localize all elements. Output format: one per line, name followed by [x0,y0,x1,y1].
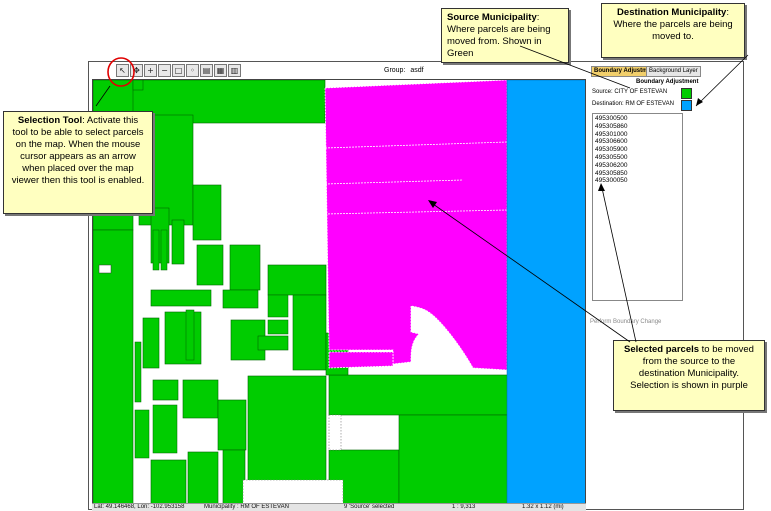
zoom-out-tool-icon[interactable]: − [158,64,171,77]
callout-destination-text: Where the parcels are being moved to. [613,19,733,42]
callout-source-title: Source Municipality [447,12,537,23]
callout-selected-title: Selected parcels [624,344,700,355]
callout-selection-tool: Selection Tool: Activate this tool to be… [3,111,153,214]
parcel-list[interactable]: 495300500 495305860 495301000 495306600 4953… [592,113,683,301]
group-label: Group: [384,67,406,74]
callout-source-text: Where parcels are being moved from. Show… [447,24,551,59]
legend-tool-icon[interactable]: ▥ [228,64,241,77]
panel-title: Boundary Adjustment [636,79,699,85]
parcel-list-item[interactable]: 495300050 [595,177,680,185]
callout-selection-title: Selection Tool [17,115,83,126]
callout-source-municipality: Source Municipality: Where parcels are b… [441,8,569,63]
map-canvas[interactable] [93,80,586,504]
zoom-previous-tool-icon[interactable]: ◦ [186,64,199,77]
source-color-swatch [681,88,692,99]
parcel-list-item[interactable]: 495306600 [595,138,680,146]
parcel-list-item[interactable]: 495305860 [595,123,680,131]
selection-tool-icon[interactable]: ↖ [116,64,129,77]
parcel-list-item[interactable]: 495306200 [595,162,680,170]
small-parcel-outline [98,264,112,274]
map-viewer[interactable] [92,79,586,504]
destination-label: Destination: [592,101,624,107]
destination-value: RM OF ESTEVAN [625,101,674,107]
status-scale: 1 : 9,313 [452,504,476,510]
source-label: Source: [592,89,613,95]
parcel-list-item[interactable]: 495305900 [595,146,680,154]
perform-boundary-change-button[interactable]: Perform Boundary Change [590,319,661,325]
group-indicator: Group: asdf [384,67,424,74]
group-value: asdf [410,67,424,74]
source-value: CITY OF ESTEVAN [614,89,668,95]
parcel-list-item[interactable]: 495300500 [595,115,680,123]
callout-selected-parcels: Selected parcels to be moved from the so… [613,340,765,411]
status-coords: Lat: 49.146468, Lon: -102.953158 [94,504,185,510]
zoom-extent-tool-icon[interactable]: □ [172,64,185,77]
boundary-adjustment-panel: Boundary Adjustment Background Layer Bou… [589,63,742,323]
pan-tool-icon[interactable]: ✥ [130,64,143,77]
print-tool-icon[interactable]: ▤ [200,64,213,77]
status-extent: 1.32 x 1.12 (mi) [522,504,564,510]
parcel-list-item[interactable]: 495301000 [595,131,680,139]
parcel-list-item[interactable]: 495305500 [595,154,680,162]
map-toolbar: ↖ ✥ + − □ ◦ ▤ ▦ ▥ [116,64,241,78]
tab-background-layer[interactable]: Background Layer [646,66,701,77]
destination-color-swatch [681,100,692,111]
layers-tool-icon[interactable]: ▦ [214,64,227,77]
parcel-list-item[interactable]: 495305850 [595,170,680,178]
zoom-in-tool-icon[interactable]: + [144,64,157,77]
callout-destination-title: Destination Municipality [617,7,727,18]
callout-destination-municipality: Destination Municipality: Where the parc… [601,3,745,58]
destination-area [506,80,585,503]
status-municipality: Municipality : RM OF ESTEVAN [204,504,289,510]
status-selected: 9 'Source' selected [344,504,395,510]
